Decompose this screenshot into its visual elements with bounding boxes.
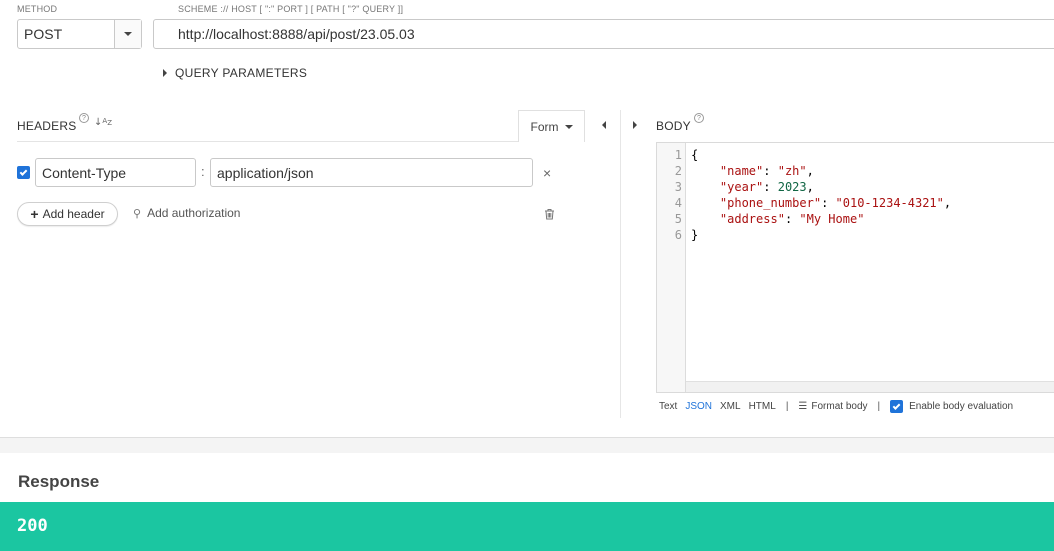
caret-right-icon [163, 69, 167, 77]
question-circle-icon: ? [79, 113, 89, 123]
headers-divider [17, 141, 585, 142]
line-number: 2 [674, 164, 682, 178]
enable-body-evaluation-checkbox[interactable] [890, 400, 904, 413]
panel-divider[interactable] [620, 110, 621, 418]
add-header-label: Add header [42, 207, 105, 221]
code-area[interactable]: { "name": "zh", "year": 2023, "phone_num… [691, 147, 951, 243]
method-dropdown-button[interactable] [114, 20, 141, 48]
format-json-tab[interactable]: JSON [685, 401, 712, 412]
method-label: METHOD [17, 4, 58, 14]
status-bar: 200 [0, 502, 1054, 551]
header-separator: : [201, 164, 205, 179]
line-number: 6 [674, 228, 682, 242]
line-number-gutter: 1 2 3 4 5 6 [657, 143, 686, 392]
line-number: 3 [674, 180, 682, 194]
collapse-left-button[interactable] [602, 121, 606, 129]
check-icon [892, 401, 901, 410]
question-circle-icon: ? [694, 113, 704, 123]
check-icon [19, 167, 28, 176]
close-icon[interactable]: × [543, 166, 551, 180]
response-title: Response [18, 472, 100, 491]
toolbar-separator: | [785, 401, 789, 412]
url-format-hint: SCHEME :// HOST [ ":" PORT ] [ PATH [ "?… [178, 4, 404, 14]
add-authorization-label: Add authorization [147, 206, 241, 220]
form-dropdown[interactable]: Form [518, 110, 585, 142]
add-authorization-button[interactable]: ⚲ Add authorization [133, 206, 240, 220]
caret-right-icon [633, 121, 637, 129]
status-code: 200 [17, 516, 48, 536]
key-icon: ⚲ [133, 206, 142, 220]
chevron-down-icon [564, 124, 573, 129]
format-text-tab[interactable]: Text [659, 401, 677, 412]
chevron-down-icon [124, 32, 132, 36]
code-line: "phone_number": "010-1234-4321", [719, 196, 952, 210]
code-line: "address": "My Home" [719, 212, 865, 226]
body-toolbar: Text JSON XML HTML | ☰ Format body | Ena… [659, 400, 1013, 413]
trash-icon[interactable] [544, 207, 555, 225]
query-parameters-toggle[interactable]: QUERY PARAMETERS [163, 66, 307, 80]
toolbar-separator: | [877, 401, 881, 412]
line-number: 1 [674, 148, 682, 162]
format-xml-tab[interactable]: XML [720, 401, 741, 412]
format-html-tab[interactable]: HTML [749, 401, 776, 412]
code-line: "name": "zh", [719, 164, 814, 178]
code-line: { [691, 148, 699, 162]
add-header-button[interactable]: + Add header [17, 202, 118, 226]
form-dropdown-label: Form [530, 119, 559, 134]
code-line: "year": 2023, [719, 180, 814, 194]
header-enabled-checkbox[interactable] [17, 166, 30, 179]
body-editor[interactable]: 1 2 3 4 5 6 { "name": "zh", "year": 2023… [656, 142, 1054, 393]
headers-help-icon[interactable]: ? [79, 113, 89, 123]
line-number: 4 [674, 196, 682, 210]
format-lines-icon: ☰ [798, 401, 808, 412]
query-parameters-label: QUERY PARAMETERS [175, 66, 308, 80]
editor-scrollbar[interactable] [686, 381, 1054, 392]
header-value-input[interactable] [210, 158, 533, 187]
body-help-icon[interactable]: ? [694, 113, 704, 123]
method-select[interactable]: POST [17, 19, 142, 49]
format-body-label: Format body [811, 401, 868, 412]
code-line: } [691, 228, 699, 242]
format-body-button[interactable]: ☰ Format body [798, 401, 867, 412]
caret-left-icon [602, 121, 606, 129]
header-name-input[interactable] [35, 158, 196, 187]
collapse-right-button[interactable] [633, 121, 637, 129]
response-divider [0, 437, 1054, 453]
enable-body-evaluation-label: Enable body evaluation [909, 401, 1014, 412]
headers-title: HEADERS [17, 119, 77, 133]
plus-icon: + [30, 206, 39, 222]
sort-alpha-icon[interactable]: ↓AZ [94, 117, 112, 128]
method-value: POST [24, 26, 63, 42]
line-number: 5 [674, 212, 682, 226]
url-input[interactable] [153, 19, 1054, 49]
body-title: BODY [656, 119, 691, 133]
